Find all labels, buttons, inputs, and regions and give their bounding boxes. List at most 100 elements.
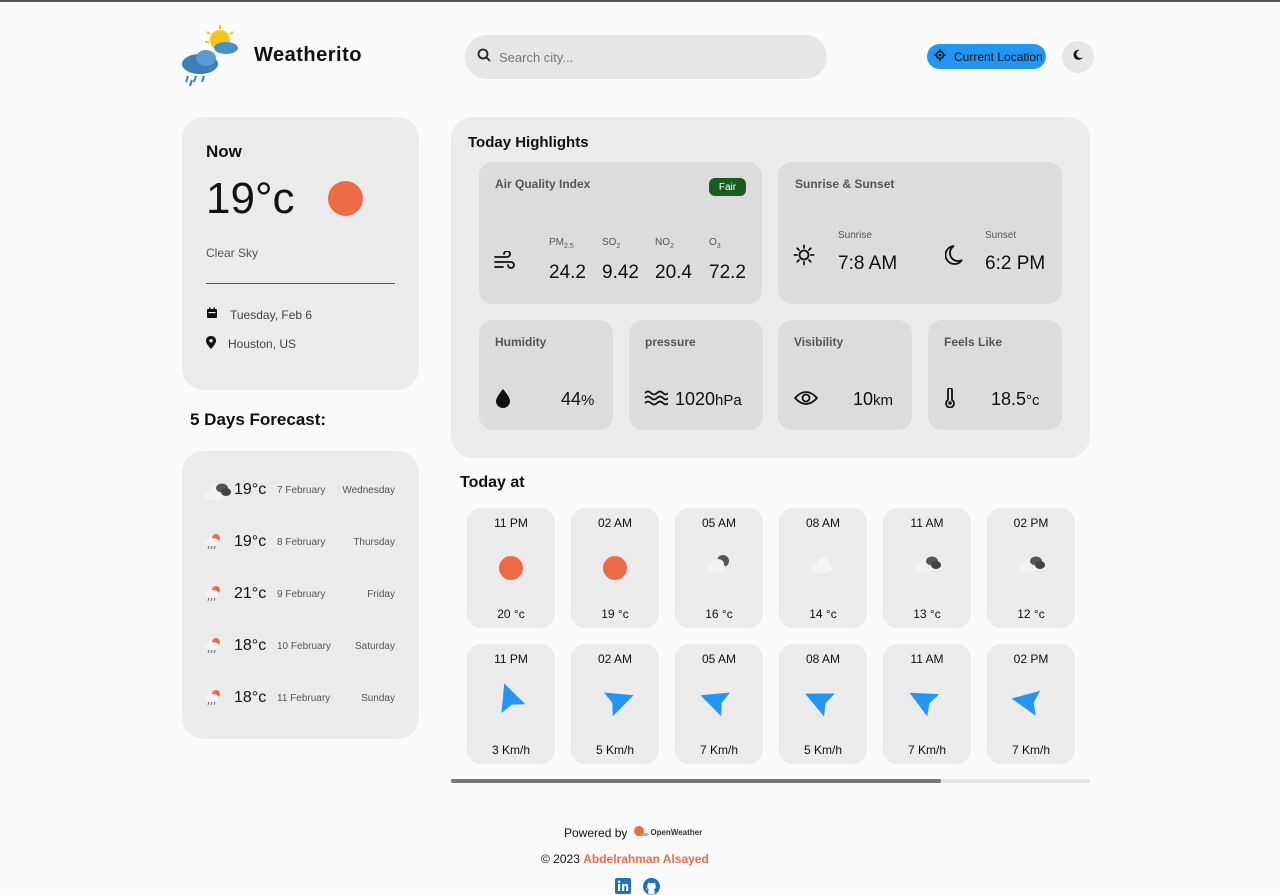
highlights-title: Today Highlights (468, 134, 589, 151)
hourly-time: 05 AM (701, 516, 737, 530)
wind-direction-icon (800, 679, 846, 725)
aqi-key: O3 (709, 237, 721, 250)
hourly-wind-card: 11 AM 7 Km/h (883, 644, 971, 764)
feels-like-unit: °c (1026, 392, 1040, 409)
aqi-key-text: O (709, 237, 717, 248)
openweather-logo-icon[interactable] (632, 825, 649, 840)
search-input[interactable] (499, 49, 799, 65)
forecast-title: 5 Days Forecast: (190, 410, 327, 429)
hourly-wind-speed: 7 Km/h (1011, 743, 1050, 757)
aqi-key-sub: 2 (670, 243, 674, 250)
forecast-temp: 19°c (234, 533, 267, 550)
powered-by-label: Powered by (564, 825, 628, 840)
forecast-date: 8 February (277, 536, 326, 548)
current-location-button[interactable]: Current Location (927, 44, 1046, 69)
rain-sun-icon (202, 584, 226, 604)
location-pin-icon (206, 336, 216, 352)
forecast-weekday: Thursday (353, 536, 395, 548)
hourly-wind-card: 08 AM 5 Km/h (779, 644, 867, 764)
moon-icon (1072, 48, 1084, 66)
current-location-text: Houston, US (228, 337, 297, 351)
hourly-time: 02 AM (597, 652, 633, 666)
hourly-time: 11 PM (494, 516, 528, 530)
broken-clouds-icon (1016, 553, 1046, 583)
copyright: © 2023 Abdelrahman Alsayed (541, 852, 709, 866)
thermometer-icon (944, 387, 956, 413)
aqi-key-text: SO (602, 237, 617, 248)
sunrise-label: Sunrise (838, 230, 872, 241)
moon-outline-icon (944, 245, 963, 270)
broken-clouds-icon (202, 480, 231, 500)
visibility-number: 10 (853, 389, 874, 409)
feels-like-number: 18.5 (991, 389, 1027, 409)
forecast-temp: 18°c (234, 637, 267, 654)
hourly-temp: 20 °c (497, 607, 525, 621)
theme-toggle-button[interactable] (1062, 41, 1094, 73)
forecast-date: 7 February (277, 484, 326, 496)
forecast-row: 19°c 8 February Thursday (202, 530, 395, 554)
github-icon[interactable] (643, 878, 660, 895)
hourly-temp-card: 02 PM 12 °c (987, 508, 1075, 628)
copyright-year: © 2023 (541, 852, 580, 866)
rain-sun-icon (202, 688, 226, 708)
aqi-key: NO2 (655, 237, 674, 250)
divider (206, 283, 395, 284)
feels-like-label: Feels Like (944, 335, 1003, 349)
hourly-wind-card: 02 PM 7 Km/h (987, 644, 1075, 764)
crosshair-icon (934, 49, 946, 64)
sunset-value: 6:2 PM (985, 253, 1046, 274)
forecast-weekday: Wednesday (342, 484, 395, 496)
forecast-row: 18°c 10 February Saturday (202, 634, 395, 658)
visibility-value: 10km (853, 389, 893, 410)
rain-sun-icon (202, 532, 226, 552)
now-title: Now (206, 142, 242, 161)
wind-direction-icon (1006, 677, 1056, 727)
linkedin-icon[interactable] (615, 878, 631, 895)
hourly-wind-card: 02 AM 5 Km/h (571, 644, 659, 764)
forecast-weekday: Saturday (354, 640, 395, 652)
forecast-temp: 18°c (234, 689, 267, 706)
author-link[interactable]: Abdelrahman Alsayed (583, 852, 709, 866)
eye-icon (793, 390, 819, 411)
current-location-label: Current Location (954, 49, 1043, 64)
hourly-time: 05 AM (701, 652, 737, 666)
hourly-wind-card: 11 PM 3 Km/h (467, 644, 555, 764)
forecast-date: 11 February (277, 692, 331, 704)
hourly-time: 11 PM (494, 652, 528, 666)
hourly-time: 02 PM (1013, 516, 1049, 530)
search-bar[interactable] (465, 35, 827, 79)
aqi-value: 24.2 (549, 262, 586, 283)
pressure-label: pressure (645, 335, 696, 349)
hourly-time: 02 AM (597, 516, 633, 530)
clear-sky-icon (603, 556, 627, 580)
hourly-wind-speed: 3 Km/h (491, 743, 530, 757)
wind-direction-icon (591, 678, 639, 726)
weather-logo-icon[interactable] (180, 24, 242, 88)
hourly-temp-card: 05 AM 16 °c (675, 508, 763, 628)
wind-direction-icon (695, 678, 743, 726)
hourly-time: 02 PM (1013, 652, 1049, 666)
weather-description: Clear Sky (206, 246, 259, 260)
today-at-title: Today at (460, 474, 525, 491)
wind-direction-icon (905, 680, 950, 725)
hourly-temp: 19 °c (601, 607, 629, 621)
forecast-row: 19°c 7 February Wednesday (202, 478, 395, 502)
app-title: Weatherito (254, 44, 362, 66)
hourly-scrollbar-thumb[interactable] (451, 779, 941, 783)
aqi-value: 9.42 (602, 262, 639, 283)
powered-by: Powered by OpenWeather (564, 825, 702, 840)
search-icon (477, 48, 491, 67)
hourly-time: 08 AM (805, 652, 841, 666)
hourly-temp-card: 08 AM 14 °c (779, 508, 867, 628)
pressure-unit: hPa (715, 392, 742, 409)
current-date: Tuesday, Feb 6 (206, 307, 312, 322)
aqi-key: SO2 (602, 237, 620, 250)
forecast-weekday: Friday (367, 588, 395, 600)
sunrise-sunset-label: Sunrise & Sunset (795, 177, 895, 191)
hourly-time: 11 AM (910, 652, 944, 666)
aqi-key-text: NO (655, 237, 670, 248)
social-links (615, 878, 660, 895)
aqi-badge: Fair (709, 178, 746, 196)
openweather-logo-text[interactable]: OpenWeather (650, 828, 702, 837)
hourly-temp-card: 11 AM 13 °c (883, 508, 971, 628)
